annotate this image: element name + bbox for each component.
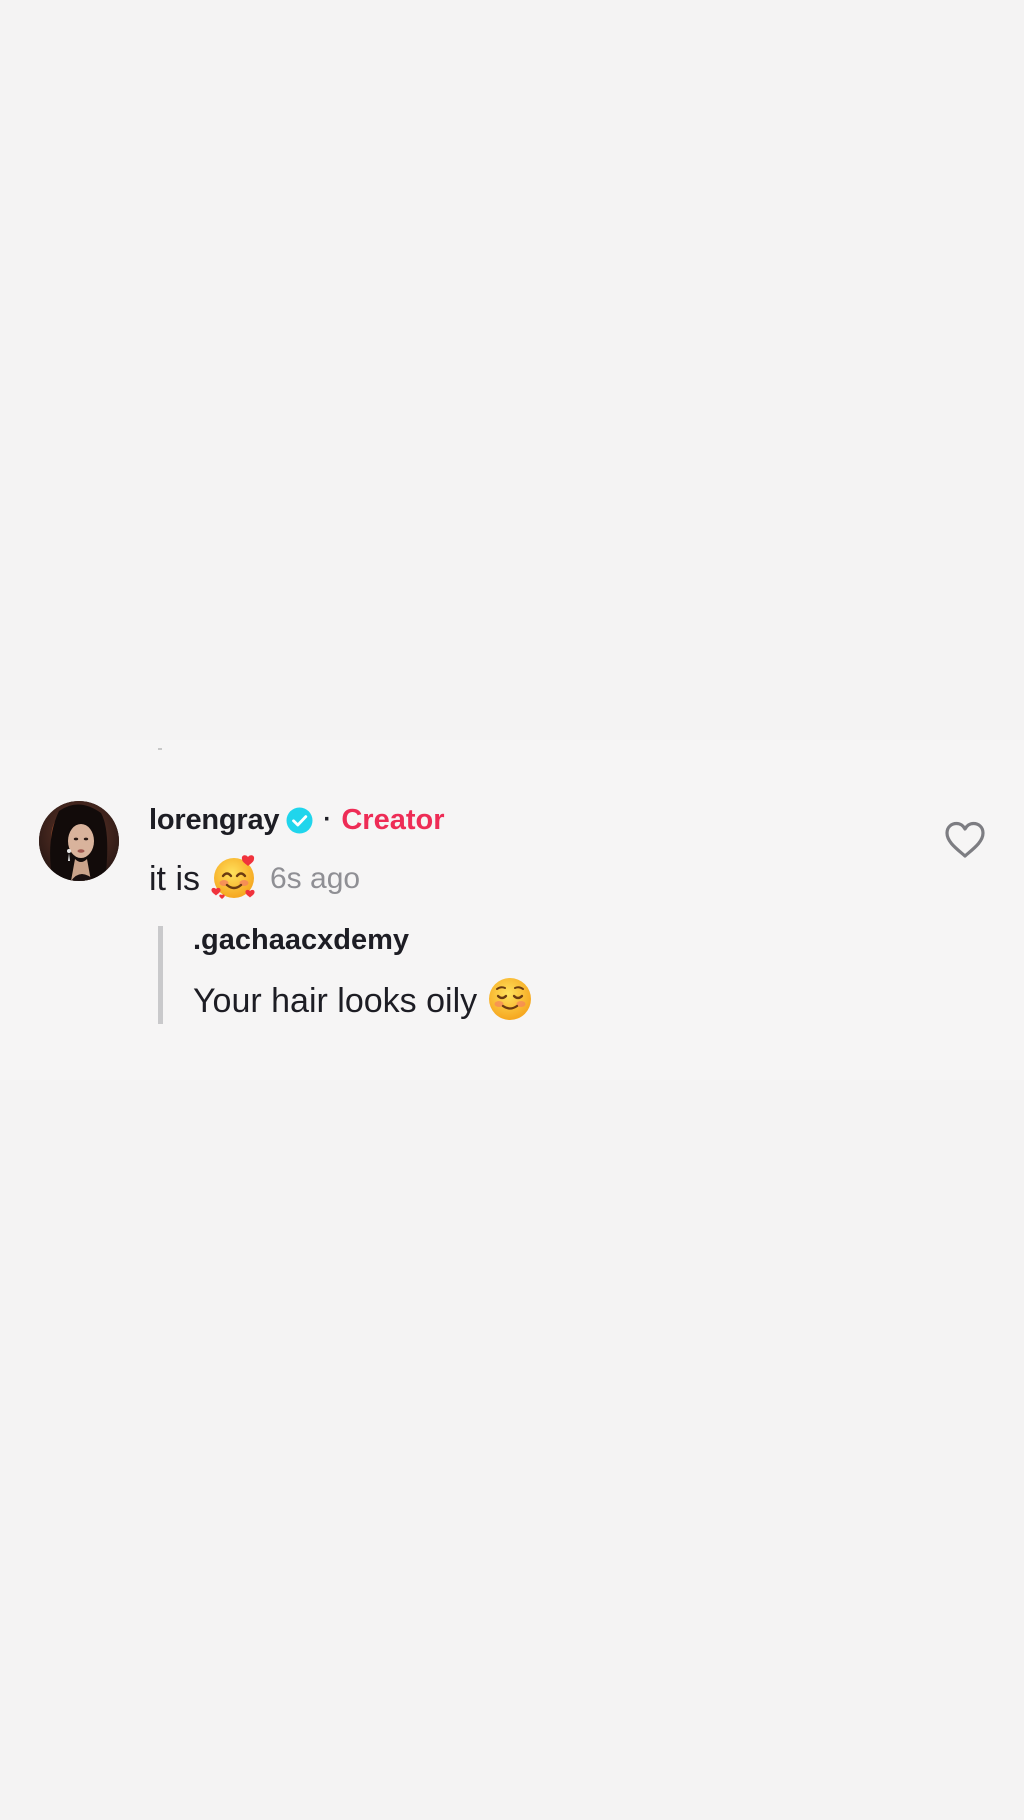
verified-check-icon [286, 807, 313, 834]
comment-text: it is [149, 859, 200, 898]
smiling-face-with-hearts-icon [210, 853, 258, 906]
avatar-photo-icon [39, 801, 119, 881]
like-button[interactable] [943, 820, 987, 860]
reply-text: Your hair looks oily [193, 981, 478, 1020]
smiling-face-icon [487, 976, 533, 1027]
reply-username[interactable]: .gachaacxdemy [193, 924, 409, 957]
heart-outline-icon [945, 821, 985, 858]
header-separator: · [323, 806, 332, 833]
comment-username[interactable]: lorengray [149, 804, 280, 837]
creator-badge: Creator [341, 803, 445, 836]
comment-timestamp: 6s ago [270, 862, 361, 895]
comment-card [0, 740, 1024, 1080]
avatar[interactable] [39, 801, 119, 881]
reply-body: Your hair looks oily [193, 976, 533, 1026]
divider-mark [158, 748, 162, 750]
reply-quote-bar [158, 926, 163, 1024]
comment-body: it is 6s ago [149, 853, 361, 906]
comment-header: lorengray · Creator [149, 798, 445, 842]
